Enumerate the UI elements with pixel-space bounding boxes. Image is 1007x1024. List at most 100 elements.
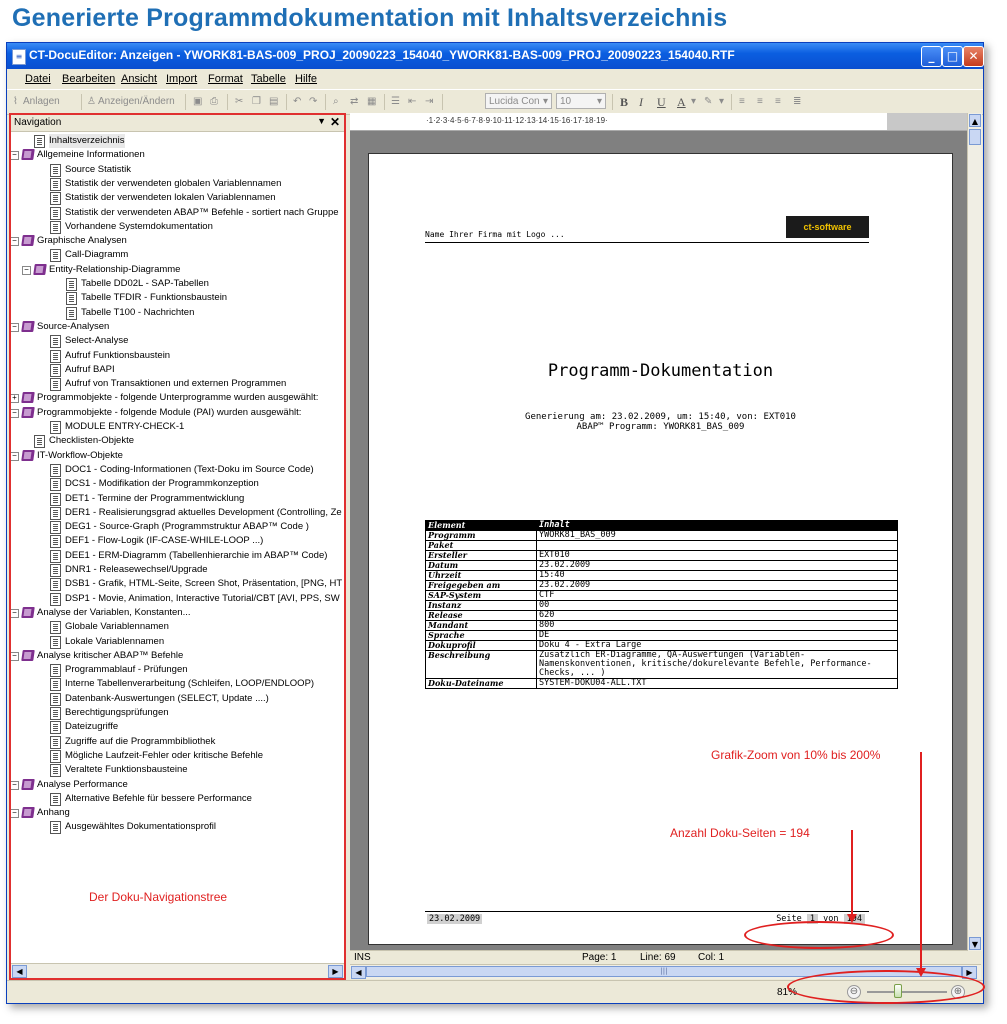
collapse-icon[interactable]: − <box>11 451 19 461</box>
maximize-button[interactable]: □ <box>942 46 963 67</box>
tree-item[interactable]: − Anhang <box>11 806 341 820</box>
tree-item[interactable]: Tabelle DD02L - SAP-Tabellen <box>11 277 341 291</box>
tree-item[interactable]: Tabelle T100 - Nachrichten <box>11 306 341 320</box>
tree-item[interactable]: Ausgewähltes Dokumentationsprofil <box>11 820 341 835</box>
tree-item[interactable]: DCS1 - Modifikation der Programmkonzepti… <box>11 477 341 492</box>
scroll-right-icon[interactable]: ▶ <box>328 965 343 978</box>
tree-item[interactable]: + Programmobjekte - folgende Unterprogram… <box>11 391 341 405</box>
tree-item[interactable]: Interne Tabellenverarbeitung (Schleifen,… <box>11 677 341 692</box>
close-icon[interactable]: ✕ <box>330 115 340 129</box>
cut-icon[interactable]: ✂ <box>235 96 243 107</box>
tree-item[interactable]: DET1 - Termine der Programmentwicklung <box>11 492 341 506</box>
edit-icon[interactable]: ♙ <box>87 96 96 107</box>
menu-format[interactable]: Format <box>208 73 243 85</box>
align-justify-icon[interactable]: ≣ <box>793 96 801 107</box>
pin-dropdown-icon[interactable]: ▼ <box>317 116 326 126</box>
close-button[interactable]: ✕ <box>963 46 984 67</box>
menu-bearbeiten[interactable]: Bearbeiten <box>62 73 115 85</box>
underline-button[interactable]: U <box>657 95 666 110</box>
menu-tabelle[interactable]: Tabelle <box>251 73 286 85</box>
tree-item[interactable]: DEE1 - ERM-Diagramm (Tabellenhierarchie … <box>11 549 341 563</box>
bullet-list-icon[interactable]: ☰ <box>391 96 400 107</box>
tree-item[interactable]: DEG1 - Source-Graph (Programmstruktur AB… <box>11 520 341 535</box>
tree-item[interactable]: DSP1 - Movie, Animation, Interactive Tut… <box>11 592 341 606</box>
collapse-icon[interactable]: − <box>22 265 31 275</box>
collapse-icon[interactable]: − <box>11 651 19 661</box>
tree-item[interactable]: Aufruf Funktionsbaustein <box>11 349 341 363</box>
tree-item[interactable]: Statistik der verwendeten lokalen Variab… <box>11 191 341 206</box>
document-page[interactable]: Name Ihrer Firma mit Logo ... ct-softwar… <box>368 153 953 945</box>
anzeigen-aendern-button[interactable]: Anzeigen/Ändern <box>98 96 175 107</box>
scroll-left-icon[interactable]: ◀ <box>351 966 366 979</box>
tree-item[interactable]: Globale Variablennamen <box>11 620 341 635</box>
find-icon[interactable]: ⌕ <box>333 96 339 107</box>
tree-item[interactable]: − Graphische Analysen <box>11 234 341 248</box>
tree-item[interactable]: − Source-Analysen <box>11 320 341 334</box>
bold-button[interactable]: B <box>620 95 628 110</box>
expand-icon[interactable]: + <box>11 394 19 404</box>
insert-object-icon[interactable]: ▦ <box>367 96 376 107</box>
tree-item[interactable]: Call-Diagramm <box>11 248 341 263</box>
attach-icon[interactable]: ⌇ <box>13 96 18 107</box>
tree-item[interactable]: Programmablauf - Prüfungen <box>11 663 341 678</box>
tree-item[interactable]: Aufruf von Transaktionen und externen Pr… <box>11 377 341 392</box>
indent-decrease-icon[interactable]: ⇤ <box>408 96 416 107</box>
ruler[interactable]: ·1·2·3·4·5·6·7·8·9·10·11·12·13·14·15·16·… <box>350 113 967 131</box>
font-size-select[interactable]: 10 ▾ <box>556 93 606 109</box>
redo-icon[interactable]: ↷ <box>309 96 317 107</box>
scroll-left-icon[interactable]: ◀ <box>12 965 27 978</box>
collapse-icon[interactable]: − <box>11 608 19 618</box>
menu-import[interactable]: Import <box>166 73 197 85</box>
collapse-icon[interactable]: − <box>11 809 19 819</box>
tree-item[interactable]: Select-Analyse <box>11 334 341 349</box>
font-select[interactable]: Lucida Con ▾ <box>485 93 552 109</box>
tree-item[interactable]: DSB1 - Grafik, HTML-Seite, Screen Shot, … <box>11 577 342 592</box>
tree-item[interactable]: Inhaltsverzeichnis <box>11 134 341 148</box>
chevron-down-icon[interactable]: ▾ <box>719 96 724 107</box>
scroll-up-icon[interactable]: ▲ <box>969 114 981 127</box>
tree-item[interactable]: Mögliche Laufzeit-Fehler oder kritische … <box>11 749 341 763</box>
tree-item[interactable]: Checklisten-Objekte <box>11 434 341 449</box>
collapse-icon[interactable]: − <box>11 151 19 161</box>
tree-item[interactable]: Berechtigungsprüfungen <box>11 706 341 720</box>
collapse-icon[interactable]: − <box>11 780 19 790</box>
indent-increase-icon[interactable]: ⇥ <box>425 96 433 107</box>
tree-item[interactable]: DOC1 - Coding-Informationen (Text-Doku i… <box>11 463 341 477</box>
scroll-down-icon[interactable]: ▼ <box>969 937 981 950</box>
collapse-icon[interactable]: − <box>11 322 19 332</box>
tree-item[interactable]: Veraltete Funktionsbausteine <box>11 763 341 778</box>
tree-item[interactable]: − Analyse kritischer ABAP™ Befehle <box>11 649 341 663</box>
tree-item[interactable]: − Analyse der Variablen, Konstanten... <box>11 606 341 620</box>
tree-item[interactable]: − IT-Workflow-Objekte <box>11 449 341 463</box>
tree-item[interactable]: Source Statistik <box>11 163 341 177</box>
tree-item[interactable]: Tabelle TFDIR - Funktionsbaustein <box>11 291 341 306</box>
undo-icon[interactable]: ↶ <box>293 96 301 107</box>
scroll-thumb[interactable] <box>969 129 981 145</box>
title-bar[interactable]: ≡ CT-DocuEditor: Anzeigen - YWORK81-BAS-… <box>7 43 984 69</box>
anlagen-button[interactable]: Anlagen <box>23 96 60 107</box>
save-icon[interactable]: ▣ <box>193 96 202 107</box>
replace-icon[interactable]: ⇄ <box>350 96 358 107</box>
tree-item[interactable]: Alternative Befehle für bessere Performa… <box>11 792 341 806</box>
collapse-icon[interactable]: − <box>11 408 19 418</box>
tree-item[interactable]: MODULE ENTRY-CHECK-1 <box>11 420 341 434</box>
tree-item[interactable]: Lokale Variablennamen <box>11 635 341 649</box>
tree-item[interactable]: DEF1 - Flow-Logik (IF-CASE-WHILE-LOOP ..… <box>11 534 341 549</box>
tree-item[interactable]: Zugriffe auf die Programmbibliothek <box>11 735 341 749</box>
print-icon[interactable]: ⎙ <box>210 96 218 107</box>
tree-item[interactable]: DNR1 - Releasewechsel/Upgrade <box>11 563 341 577</box>
minimize-button[interactable]: _ <box>921 46 942 67</box>
tree-item[interactable]: Datenbank-Auswertungen (SELECT, Update .… <box>11 692 341 706</box>
tree-item[interactable]: Vorhandene Systemdokumentation <box>11 220 341 234</box>
tree-item[interactable]: Statistik der verwendeten ABAP™ Befehle … <box>11 206 341 220</box>
font-color-button[interactable]: A <box>677 95 686 110</box>
italic-button[interactable]: I <box>639 95 643 110</box>
align-left-icon[interactable]: ≡ <box>739 96 745 107</box>
tree-item[interactable]: − Analyse Performance <box>11 778 341 792</box>
tree-item[interactable]: Statistik der verwendeten globalen Varia… <box>11 177 341 191</box>
tree-item[interactable]: Aufruf BAPI <box>11 363 341 377</box>
tree-item[interactable]: − Allgemeine Informationen <box>11 148 341 162</box>
chevron-down-icon[interactable]: ▾ <box>691 96 696 107</box>
editor-vertical-scrollbar[interactable]: ▲ ▼ <box>967 113 982 951</box>
copy-icon[interactable]: ❐ <box>252 96 261 107</box>
